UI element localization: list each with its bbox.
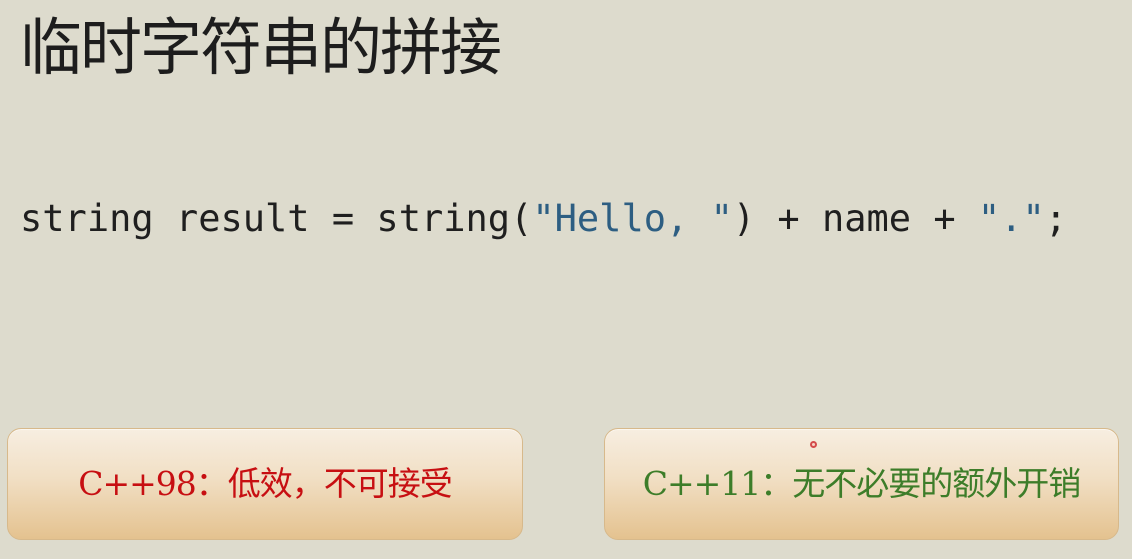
code-segment-prefix: string result = string( bbox=[20, 197, 533, 240]
code-line: string result = string("Hello, ") + name… bbox=[20, 194, 1067, 244]
slide-title: 临时字符串的拼接 bbox=[20, 11, 502, 84]
callout-cpp11: C++11：无不必要的额外开销 bbox=[604, 428, 1119, 540]
code-segment-middle: ) + name + bbox=[732, 197, 978, 240]
code-segment-suffix: ; bbox=[1044, 197, 1067, 240]
laser-pointer-icon bbox=[810, 441, 817, 448]
callout-cpp98-text: C++98：低效，不可接受 bbox=[78, 464, 453, 503]
callout-cpp98: C++98：低效，不可接受 bbox=[7, 428, 523, 540]
code-string-dot: "." bbox=[977, 197, 1045, 240]
presentation-slide: 临时字符串的拼接 string result = string("Hello, … bbox=[0, 0, 1132, 559]
code-string-hello: "Hello, " bbox=[532, 197, 733, 240]
callout-cpp11-text: C++11：无不必要的额外开销 bbox=[642, 464, 1082, 503]
